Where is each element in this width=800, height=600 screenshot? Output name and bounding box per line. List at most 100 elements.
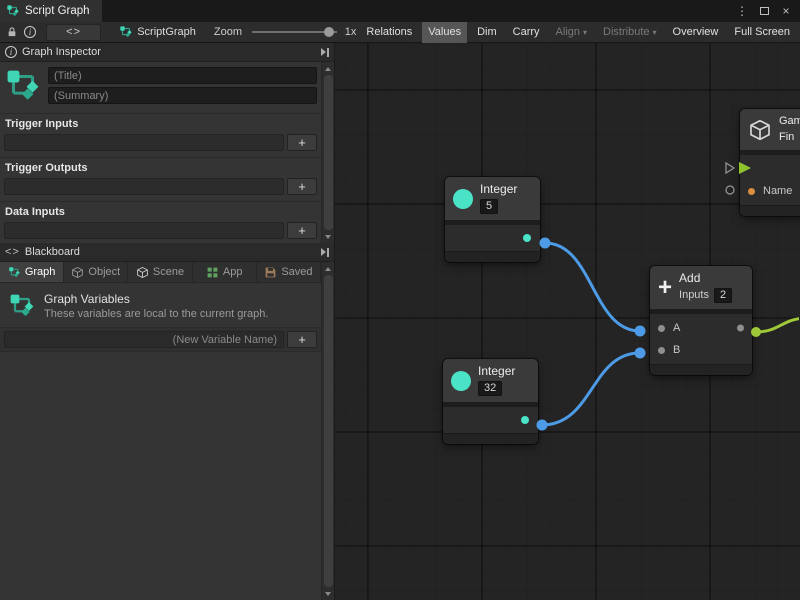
new-variable-input[interactable]: [4, 331, 284, 348]
graph-title-input[interactable]: [48, 67, 317, 84]
input-port-b[interactable]: [658, 347, 665, 354]
node-title-line1: Gam: [779, 115, 800, 128]
toolbar-carry-button[interactable]: Carry: [507, 22, 546, 43]
new-variable-row: +: [0, 327, 321, 352]
title-summary-fields: [48, 67, 317, 104]
input-port-a[interactable]: [658, 325, 665, 332]
dock-bar: [327, 48, 329, 57]
scroll-up-icon[interactable]: [323, 63, 334, 74]
fullscreen-label: Full Screen: [734, 26, 790, 38]
add-icon: +: [658, 278, 672, 298]
breadcrumb-label: ScriptGraph: [137, 26, 196, 38]
wire-integer32-to-add-b[interactable]: [542, 353, 640, 425]
carry-label: Carry: [513, 26, 540, 38]
toolbar-distribute-button[interactable]: Distribute▾: [597, 22, 662, 43]
integer-literal-icon: [451, 371, 471, 391]
relations-label: Relations: [366, 26, 412, 38]
dock-icon[interactable]: [321, 248, 329, 257]
scrollbar-thumb[interactable]: [324, 75, 333, 230]
graph-asset-row: [0, 62, 321, 109]
tab-object[interactable]: Object: [64, 262, 128, 282]
node-ports: [443, 407, 538, 433]
add-trigger-input-button[interactable]: +: [287, 134, 317, 151]
dock-icon[interactable]: [321, 48, 329, 57]
tab-scene[interactable]: Scene: [128, 262, 192, 282]
node-footer: [650, 364, 752, 375]
window-close-icon[interactable]: ×: [776, 0, 796, 22]
wire-endpoint-dot[interactable]: [537, 420, 548, 431]
wire-add-output[interactable]: [756, 318, 799, 332]
scroll-up-icon[interactable]: [323, 263, 334, 274]
toolbar-align-button[interactable]: Align▾: [550, 22, 593, 43]
info-icon[interactable]: i: [24, 26, 36, 38]
graph-inspector-header: i Graph Inspector: [0, 43, 334, 62]
value-port-circle[interactable]: [726, 186, 734, 194]
data-inputs-list[interactable]: [4, 222, 284, 239]
add-trigger-output-button[interactable]: +: [287, 178, 317, 195]
info-icon: i: [5, 46, 17, 58]
sidebar: i Graph Inspector Trigger Inputs +: [0, 43, 335, 600]
breadcrumb[interactable]: ScriptGraph: [119, 25, 196, 39]
toolbar-values-button[interactable]: Values: [422, 22, 467, 43]
flow-port-row: [740, 158, 800, 180]
add-output-port[interactable]: [737, 325, 744, 332]
integer-value-field[interactable]: 32: [478, 381, 502, 396]
trigger-inputs-list[interactable]: [4, 134, 284, 151]
scroll-down-icon[interactable]: [323, 588, 334, 599]
wire-endpoint-dot[interactable]: [635, 326, 646, 337]
toolbar-overview-button[interactable]: Overview: [667, 22, 725, 43]
window-menu-icon[interactable]: ⋮: [732, 0, 752, 22]
toolbar-dim-button[interactable]: Dim: [471, 22, 503, 43]
section-trigger-outputs-label: Trigger Outputs: [0, 157, 321, 176]
wire-integer5-to-add-a[interactable]: [545, 243, 640, 331]
trigger-outputs-list[interactable]: [4, 178, 284, 195]
integer-value-field[interactable]: 5: [480, 199, 498, 214]
window-maximize-icon[interactable]: [754, 0, 774, 22]
tab-object-label: Object: [88, 266, 120, 278]
port-row-b: B: [650, 339, 752, 361]
node-find[interactable]: Gam Fin Name: [740, 109, 800, 216]
code-view-button[interactable]: <>: [46, 24, 101, 41]
overview-label: Overview: [673, 26, 719, 38]
string-input-port[interactable]: [748, 188, 755, 195]
graph-canvas[interactable]: Integer 5 Integer 32: [335, 43, 800, 600]
scrollbar-thumb[interactable]: [324, 275, 333, 587]
node-add[interactable]: + Add Inputs 2 A B: [650, 266, 752, 375]
toolbar-fullscreen-button[interactable]: Full Screen: [728, 22, 796, 43]
port-b-label: B: [673, 344, 680, 356]
graph-inspector-content: Trigger Inputs + Trigger Outputs + Data …: [0, 62, 321, 243]
add-data-input-button[interactable]: +: [287, 222, 317, 239]
integer-output-port[interactable]: [521, 416, 529, 424]
integer-output-port[interactable]: [523, 234, 531, 242]
node-integer-32[interactable]: Integer 32: [443, 359, 538, 444]
code-icon: <>: [5, 246, 20, 258]
scroll-down-icon[interactable]: [323, 231, 334, 242]
toolbar-relations-button[interactable]: Relations: [360, 22, 418, 43]
blackboard-scrollbar[interactable]: [321, 262, 334, 600]
lock-icon[interactable]: [4, 24, 20, 40]
tab-saved[interactable]: Saved: [257, 262, 321, 282]
wire-endpoint-dot[interactable]: [540, 238, 551, 249]
tab-graph[interactable]: Graph: [0, 262, 64, 282]
node-footer: [740, 205, 800, 216]
wire-endpoint-dot[interactable]: [635, 348, 646, 359]
graph-variables-description: These variables are local to the current…: [44, 308, 268, 320]
graph-summary-input[interactable]: [48, 87, 317, 104]
inputs-count-field[interactable]: 2: [714, 288, 732, 303]
tab-app[interactable]: App: [193, 262, 257, 282]
app-grid-icon: [206, 266, 219, 279]
flow-input-port-triangle[interactable]: [726, 163, 734, 173]
node-integer-5[interactable]: Integer 5: [445, 177, 540, 262]
node-footer: [443, 433, 538, 444]
wire-endpoint-dot-green[interactable]: [751, 327, 761, 337]
zoom-slider-knob[interactable]: [324, 27, 334, 37]
zoom-slider[interactable]: [252, 25, 337, 39]
node-title: Integer: [480, 183, 517, 196]
gameobject-cube-icon: [748, 118, 772, 142]
blackboard-panel: Graph Object Scene App: [0, 262, 334, 600]
add-variable-button[interactable]: +: [287, 331, 317, 348]
blackboard-content: Graph Object Scene App: [0, 262, 321, 600]
node-title: Integer: [478, 365, 515, 378]
inspector-scrollbar[interactable]: [321, 62, 334, 243]
tab-script-graph[interactable]: Script Graph: [0, 0, 102, 22]
